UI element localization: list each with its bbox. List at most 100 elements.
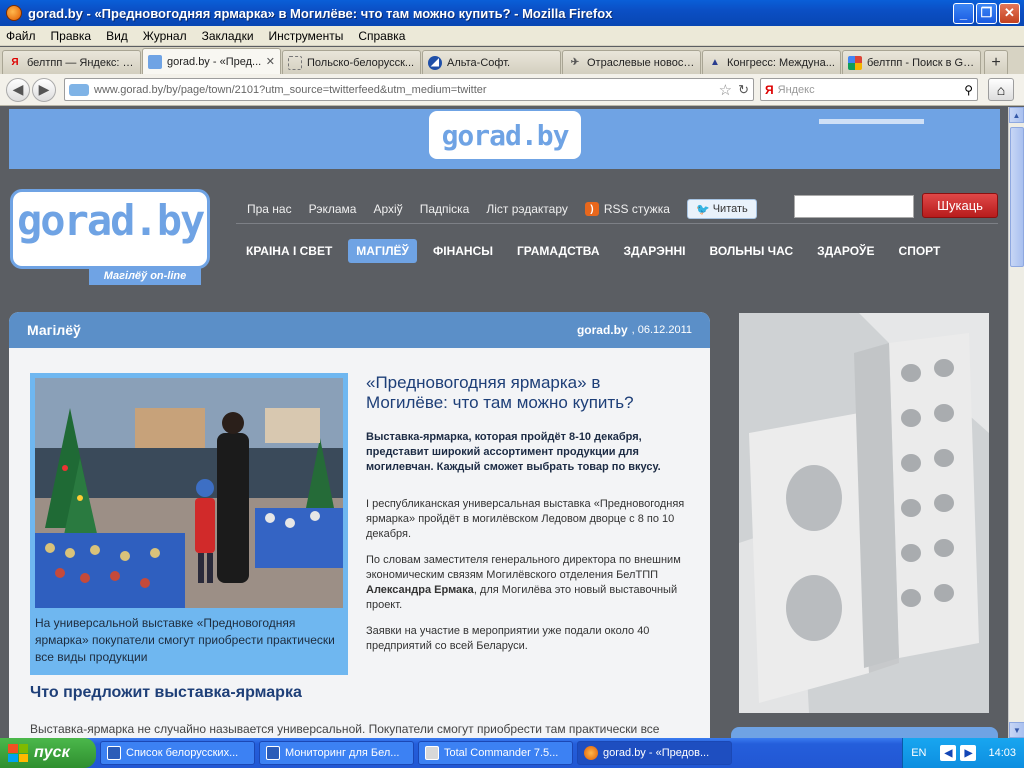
tab-gorad[interactable]: gorad.by - «Пред... ✕ bbox=[142, 48, 281, 74]
link-about[interactable]: Пра нас bbox=[247, 202, 292, 216]
link-letter-editor[interactable]: Ліст рэдактару bbox=[486, 202, 568, 216]
url-bar[interactable]: www.gorad.by/by/page/town/2101?utm_sourc… bbox=[64, 78, 754, 101]
menu-tools[interactable]: Инструменты bbox=[269, 29, 344, 43]
page-viewport: gorad.by gorad.by Магілёў on-line Пра на… bbox=[0, 107, 1008, 738]
article-subheading: Что предложит выставка-ярмарка bbox=[30, 684, 302, 701]
nav-society[interactable]: ГРАМАДСТВА bbox=[517, 239, 600, 263]
taskbar: пуск Список белорусских... Мониторинг дл… bbox=[0, 738, 1024, 768]
twitter-bird-icon: 🐦 bbox=[696, 203, 710, 216]
tray-back-icon[interactable]: ◀ bbox=[940, 745, 957, 761]
minimize-button[interactable]: _ bbox=[953, 2, 974, 24]
site-logo[interactable]: gorad.by Магілёў on-line bbox=[10, 189, 210, 285]
menu-help[interactable]: Справка bbox=[358, 29, 405, 43]
fair-photo[interactable] bbox=[35, 378, 343, 608]
word-doc-icon bbox=[107, 746, 121, 760]
brick-advertisement[interactable] bbox=[739, 313, 989, 713]
reload-icon[interactable]: ↻ bbox=[738, 82, 749, 98]
site-identity-icon[interactable] bbox=[69, 83, 89, 96]
navigation-bar: ◀ ▶ www.gorad.by/by/page/town/2101?utm_s… bbox=[0, 74, 1024, 106]
tab-google-search[interactable]: белтпп - Поиск в Go... bbox=[842, 50, 981, 74]
tab-polish-belarus[interactable]: Польско-белорусск... bbox=[282, 50, 421, 74]
clock: 14:03 bbox=[988, 747, 1016, 759]
link-archive[interactable]: Архіў bbox=[373, 202, 402, 216]
menu-bookmarks[interactable]: Закладки bbox=[202, 29, 254, 43]
forward-button[interactable]: ▶ bbox=[32, 77, 56, 102]
close-button[interactable]: ✕ bbox=[999, 2, 1020, 24]
tab-beltpp-yandex[interactable]: Я белтпп — Яндекс: Н... bbox=[2, 50, 141, 74]
menu-history[interactable]: Журнал bbox=[143, 29, 187, 43]
system-tray: EN ◀ ▶ 14:03 bbox=[902, 738, 1024, 768]
top-banner[interactable]: gorad.by bbox=[9, 109, 1000, 169]
link-rss[interactable]: RSS стужка bbox=[604, 202, 670, 216]
window-title: gorad.by - «Предновогодняя ярмарка» в Мо… bbox=[28, 5, 613, 21]
nav-finance[interactable]: ФІНАНСЫ bbox=[433, 239, 493, 263]
article-header: Магілёў gorad.by , 06.12.2011 bbox=[9, 312, 710, 348]
tab-congress[interactable]: ▲ Конгресс: Междуна... bbox=[702, 50, 841, 74]
tab-close-icon[interactable]: ✕ bbox=[266, 55, 275, 68]
language-indicator[interactable]: EN bbox=[911, 747, 926, 759]
blank-page-icon bbox=[288, 55, 302, 70]
nav-sport[interactable]: СПОРТ bbox=[899, 239, 941, 263]
bookmark-star-icon[interactable]: ☆ bbox=[719, 81, 732, 99]
rss-icon[interactable]: ) bbox=[584, 202, 599, 216]
nav-divider bbox=[236, 223, 998, 224]
person-name: Александра Ермака bbox=[366, 584, 474, 596]
yandex-search-icon[interactable]: Я bbox=[765, 83, 774, 97]
twitter-read-button[interactable]: 🐦 Читать bbox=[686, 199, 757, 219]
total-commander-icon bbox=[425, 746, 439, 760]
scroll-down-icon[interactable]: ▼ bbox=[1009, 722, 1024, 738]
window-titlebar: gorad.by - «Предновогодняя ярмарка» в Мо… bbox=[0, 0, 1024, 26]
nav-country-world[interactable]: КРАІНА І СВЕТ bbox=[246, 239, 332, 263]
maximize-button[interactable]: ❐ bbox=[976, 2, 997, 24]
search-placeholder: Яндекс bbox=[777, 83, 815, 96]
task-total-commander[interactable]: Total Commander 7.5... bbox=[418, 741, 573, 765]
windows-logo-icon bbox=[8, 744, 28, 762]
word-doc-icon bbox=[266, 746, 280, 760]
nav-mogilev[interactable]: МАГІЛЁЎ bbox=[348, 239, 417, 263]
search-bar[interactable]: Я Яндекс ⚲ bbox=[760, 78, 978, 101]
nav-incidents[interactable]: ЗДАРЭННІ bbox=[624, 239, 686, 263]
menu-bar: Файл Правка Вид Журнал Закладки Инструме… bbox=[0, 26, 1024, 46]
menu-view[interactable]: Вид bbox=[106, 29, 128, 43]
top-links: Пра нас Рэклама Архіў Падпіска Ліст рэда… bbox=[247, 199, 757, 219]
magnifier-icon[interactable]: ⚲ bbox=[964, 83, 973, 97]
google-icon bbox=[848, 55, 862, 70]
back-button[interactable]: ◀ bbox=[6, 77, 30, 102]
firefox-icon bbox=[6, 5, 22, 21]
article-source: gorad.by bbox=[576, 323, 628, 337]
page-scrollbar[interactable]: ▲ ▼ bbox=[1008, 107, 1024, 738]
home-button[interactable]: ⌂ bbox=[988, 78, 1014, 101]
article-paragraph-2: По словам заместителя генерального дирек… bbox=[366, 554, 681, 611]
link-advertising[interactable]: Рэклама bbox=[309, 202, 357, 216]
tab-alta-soft[interactable]: ◢ Альта-Софт. bbox=[422, 50, 561, 74]
article-headline: «Предновогодняя ярмарка» в Могилёве: что… bbox=[366, 373, 634, 412]
yandex-icon: Я bbox=[11, 57, 19, 68]
news-icon: ✈ bbox=[570, 57, 580, 68]
menu-file[interactable]: Файл bbox=[6, 29, 36, 43]
task-word-monitoring[interactable]: Мониторинг для Бел... bbox=[259, 741, 414, 765]
tab-industry-news[interactable]: ✈ Отраслевые новост... bbox=[562, 50, 701, 74]
firefox-icon bbox=[584, 746, 598, 760]
start-button[interactable]: пуск bbox=[0, 738, 96, 768]
tray-media-icon[interactable]: ▶ bbox=[960, 745, 977, 761]
menu-edit[interactable]: Правка bbox=[51, 29, 92, 43]
photo-caption: На универсальной выставке «Предновогодня… bbox=[35, 616, 335, 664]
congress-icon: ▲ bbox=[710, 57, 720, 68]
article-photo-block: На универсальной выставке «Предновогодня… bbox=[30, 373, 348, 675]
logo-tagline: Магілёў on-line bbox=[89, 267, 201, 285]
banner-bar bbox=[819, 119, 924, 124]
article-panel: Магілёў gorad.by , 06.12.2011 На универс… bbox=[9, 312, 710, 738]
scroll-thumb[interactable] bbox=[1010, 127, 1024, 267]
nav-health[interactable]: ЗДАРОЎЕ bbox=[817, 239, 874, 263]
task-firefox-gorad[interactable]: gorad.by - «Предов... bbox=[577, 741, 732, 765]
section-title: Магілёў bbox=[27, 322, 81, 338]
new-tab-button[interactable]: + bbox=[984, 50, 1008, 74]
article-paragraph-1: I республиканская универсальная выставка… bbox=[366, 498, 685, 540]
nav-leisure[interactable]: ВОЛЬНЫ ЧАС bbox=[709, 239, 793, 263]
site-search-button[interactable]: Шукаць bbox=[922, 193, 998, 218]
site-search-input[interactable] bbox=[794, 195, 914, 218]
link-subscription[interactable]: Падпіска bbox=[420, 202, 470, 216]
scroll-up-icon[interactable]: ▲ bbox=[1009, 107, 1024, 123]
task-word-list[interactable]: Список белорусских... bbox=[100, 741, 255, 765]
article-body-text: Выставка-ярмарка не случайно называется … bbox=[30, 722, 660, 736]
